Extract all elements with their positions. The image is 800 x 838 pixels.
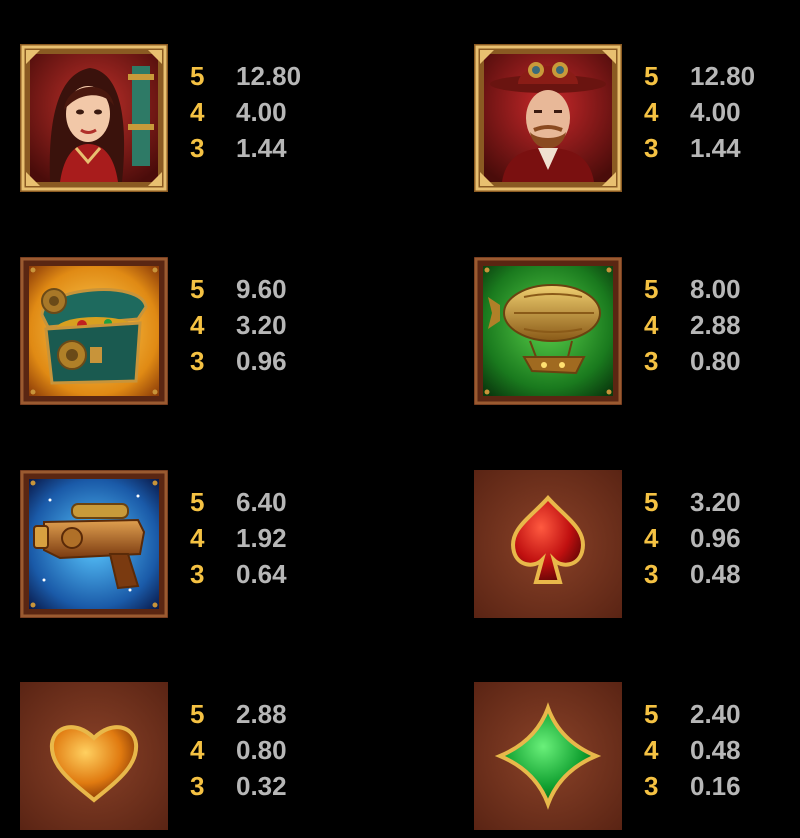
pay-count: 4 — [190, 97, 205, 127]
pay-count: 5 — [644, 487, 659, 517]
spade-icon — [474, 470, 622, 618]
pay-row: 4 4.00 — [190, 94, 390, 130]
pay-count: 3 — [644, 346, 659, 376]
paytable-entry-woman: 5 12.80 4 4.00 3 1.44 — [20, 44, 400, 194]
pay-row: 4 0.80 — [190, 732, 390, 768]
paytable-entry-man: 5 12.80 4 4.00 3 1.44 — [474, 44, 800, 194]
pay-row: 3 0.48 — [644, 556, 800, 592]
pay-count: 3 — [190, 133, 205, 163]
pay-value: 6.40 — [236, 487, 287, 517]
pay-row: 5 6.40 — [190, 484, 390, 520]
paytable-entry-spade: 5 3.20 4 0.96 3 0.48 — [474, 470, 800, 620]
pay-count: 5 — [190, 274, 205, 304]
pay-row: 5 9.60 — [190, 271, 390, 307]
pay-count: 3 — [644, 771, 659, 801]
pay-value: 1.44 — [236, 133, 287, 163]
pay-value: 1.92 — [236, 523, 287, 553]
man-portrait-icon — [474, 44, 622, 192]
pay-row: 5 8.00 — [644, 271, 800, 307]
pay-value: 2.40 — [690, 699, 741, 729]
pay-row: 4 1.92 — [190, 520, 390, 556]
pay-value: 0.80 — [690, 346, 741, 376]
pay-count: 4 — [644, 97, 659, 127]
pay-value: 0.96 — [690, 523, 741, 553]
pay-value: 2.88 — [236, 699, 287, 729]
pay-row: 5 2.88 — [190, 696, 390, 732]
pay-value: 8.00 — [690, 274, 741, 304]
woman-portrait-icon — [20, 44, 168, 192]
pay-row: 5 12.80 — [644, 58, 800, 94]
pay-count: 4 — [644, 523, 659, 553]
paytable-entry-heart: 5 2.88 4 0.80 3 0.32 — [20, 682, 400, 832]
pay-count: 5 — [190, 699, 205, 729]
pay-count: 5 — [644, 61, 659, 91]
pay-value: 3.20 — [236, 310, 287, 340]
pay-count: 5 — [190, 487, 205, 517]
pay-count: 5 — [644, 699, 659, 729]
pay-value: 0.96 — [236, 346, 287, 376]
pay-count: 5 — [644, 274, 659, 304]
pay-count: 4 — [190, 735, 205, 765]
pay-row: 5 2.40 — [644, 696, 800, 732]
pay-row: 5 12.80 — [190, 58, 390, 94]
pay-value: 12.80 — [690, 61, 756, 91]
pay-value: 2.88 — [690, 310, 741, 340]
paytable-entry-airship: 5 8.00 4 2.88 3 0.80 — [474, 257, 800, 407]
pay-count: 3 — [644, 133, 659, 163]
paytable-entry-diamond: 5 2.40 4 0.48 3 0.16 — [474, 682, 800, 832]
pay-row: 4 0.48 — [644, 732, 800, 768]
pay-count: 4 — [644, 310, 659, 340]
pay-value: 0.16 — [690, 771, 741, 801]
airship-icon — [474, 257, 622, 405]
paytable-entry-chest: 5 9.60 4 3.20 3 0.96 — [20, 257, 400, 407]
pay-value: 0.64 — [236, 559, 287, 589]
paytable-entry-raygun: 5 6.40 4 1.92 3 0.64 — [20, 470, 400, 620]
pay-count: 3 — [190, 559, 205, 589]
pay-count: 4 — [190, 310, 205, 340]
pay-value: 4.00 — [690, 97, 741, 127]
pay-value: 12.80 — [236, 61, 302, 91]
pay-row: 3 0.80 — [644, 343, 800, 379]
pay-row: 3 0.64 — [190, 556, 390, 592]
pay-count: 5 — [190, 61, 205, 91]
pay-count: 3 — [190, 771, 205, 801]
pay-value: 0.48 — [690, 735, 741, 765]
pay-row: 5 3.20 — [644, 484, 800, 520]
pay-value: 1.44 — [690, 133, 741, 163]
pay-row: 3 0.16 — [644, 768, 800, 804]
pay-value: 9.60 — [236, 274, 287, 304]
pay-count: 4 — [190, 523, 205, 553]
pay-value: 4.00 — [236, 97, 287, 127]
pay-row: 4 3.20 — [190, 307, 390, 343]
pay-row: 3 1.44 — [190, 130, 390, 166]
pay-value: 0.32 — [236, 771, 287, 801]
pay-row: 4 4.00 — [644, 94, 800, 130]
pay-value: 0.48 — [690, 559, 741, 589]
treasure-chest-icon — [20, 257, 168, 405]
pay-row: 3 0.32 — [190, 768, 390, 804]
pay-row: 3 1.44 — [644, 130, 800, 166]
pay-row: 3 0.96 — [190, 343, 390, 379]
pay-count: 3 — [644, 559, 659, 589]
pay-count: 3 — [190, 346, 205, 376]
pay-value: 3.20 — [690, 487, 741, 517]
pay-row: 4 2.88 — [644, 307, 800, 343]
heart-icon — [20, 682, 168, 830]
ray-gun-icon — [20, 470, 168, 618]
pay-count: 4 — [644, 735, 659, 765]
pay-row: 4 0.96 — [644, 520, 800, 556]
diamond-icon — [474, 682, 622, 830]
pay-value: 0.80 — [236, 735, 287, 765]
